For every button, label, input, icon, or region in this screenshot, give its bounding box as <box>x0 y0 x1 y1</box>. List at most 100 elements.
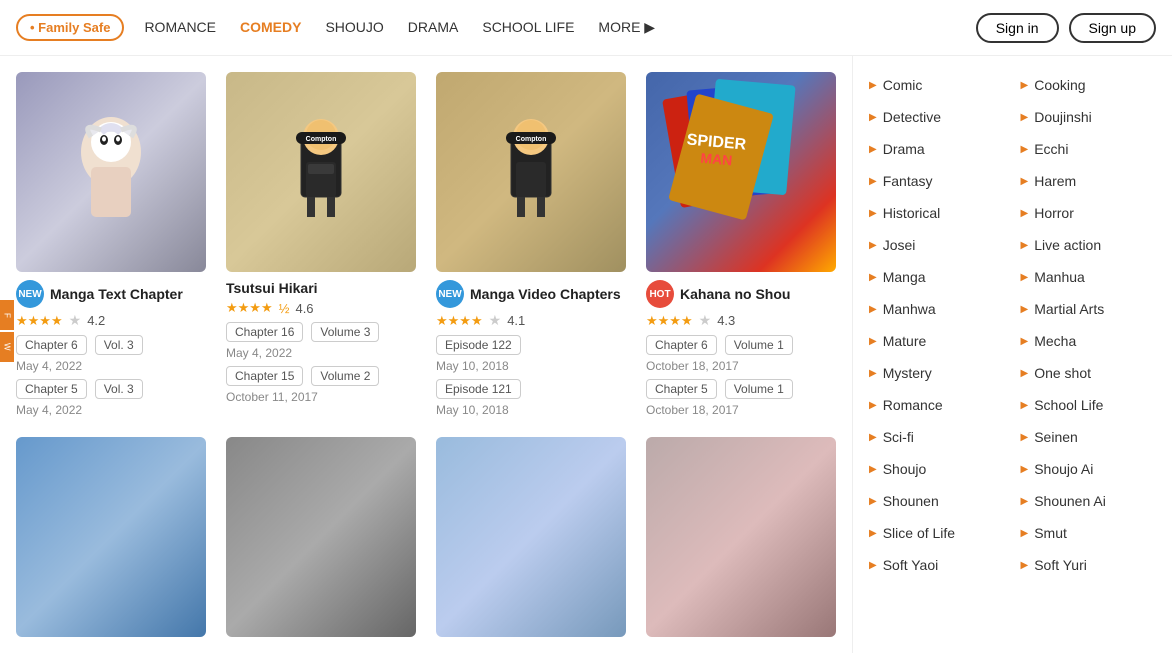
genre-drama[interactable]: ▶Drama <box>861 136 1013 162</box>
card3-tag2-episode[interactable]: Episode 121 <box>436 379 521 399</box>
nav-romance[interactable]: ROMANCE <box>144 19 216 36</box>
card2-tags1: Chapter 16 Volume 3 <box>226 322 416 342</box>
card3-tag-episode[interactable]: Episode 122 <box>436 335 521 355</box>
genre-live-action[interactable]: ▶Live action <box>1013 232 1165 258</box>
genre-shoujo-ai-arrow: ▶ <box>1021 464 1029 475</box>
card2-stars: ★★★★ <box>226 300 273 316</box>
card1-star-empty: ★ <box>69 312 82 329</box>
card2-rating-row: ★★★★½ 4.6 <box>226 300 416 316</box>
card1-tags2: Chapter 5 Vol. 3 <box>16 379 206 399</box>
genre-one-shot[interactable]: ▶One shot <box>1013 360 1165 386</box>
genre-historical[interactable]: ▶Historical <box>861 200 1013 226</box>
card4-rating-row: ★★★★★ 4.3 <box>646 312 836 329</box>
genre-fantasy[interactable]: ▶Fantasy <box>861 168 1013 194</box>
sign-in-button[interactable]: Sign in <box>976 13 1059 43</box>
nav-more[interactable]: MORE ▶ <box>598 19 655 36</box>
card1-tag-chapter[interactable]: Chapter 6 <box>16 335 87 355</box>
genre-josei[interactable]: ▶Josei <box>861 232 1013 258</box>
edge-bar-f[interactable]: F <box>0 300 14 330</box>
genre-shoujo-ai[interactable]: ▶Shoujo Ai <box>1013 456 1165 482</box>
manga-card-8[interactable] <box>646 437 836 637</box>
main-container: NEW Manga Text Chapter ★★★★★ 4.2 Chapter… <box>0 56 1172 653</box>
card2-tag2-chapter[interactable]: Chapter 15 <box>226 366 303 386</box>
genre-martial-arts[interactable]: ▶Martial Arts <box>1013 296 1165 322</box>
genre-school-life[interactable]: ▶School Life <box>1013 392 1165 418</box>
genre-shoujo[interactable]: ▶Shoujo <box>861 456 1013 482</box>
genre-horror[interactable]: ▶Horror <box>1013 200 1165 226</box>
card3-illustration: Compton <box>486 107 576 237</box>
manga-card-4[interactable]: SPIDER MAN HOT Kahana no Shou ★★★★★ 4.3 … <box>646 72 836 417</box>
genre-doujinshi[interactable]: ▶Doujinshi <box>1013 104 1165 130</box>
card3-badge-new: NEW <box>436 280 464 308</box>
nav-drama[interactable]: DRAMA <box>408 19 459 36</box>
genre-mystery-arrow: ▶ <box>869 368 877 379</box>
card2-tag2-vol[interactable]: Volume 2 <box>311 366 379 386</box>
nav-school-life[interactable]: SCHOOL LIFE <box>482 19 574 36</box>
card1-date1: May 4, 2022 <box>16 359 206 373</box>
genre-cooking[interactable]: ▶Cooking <box>1013 72 1165 98</box>
card1-tag-vol[interactable]: Vol. 3 <box>95 335 143 355</box>
manga-grid-row1: NEW Manga Text Chapter ★★★★★ 4.2 Chapter… <box>16 72 836 417</box>
card1-rating-num: 4.2 <box>87 313 105 328</box>
card4-tag2-chapter[interactable]: Chapter 5 <box>646 379 717 399</box>
genre-manhua[interactable]: ▶Manhua <box>1013 264 1165 290</box>
card2-tag-vol[interactable]: Volume 3 <box>311 322 379 342</box>
genre-comic[interactable]: ▶Comic <box>861 72 1013 98</box>
genre-mature[interactable]: ▶Mature <box>861 328 1013 354</box>
manga-card-6[interactable] <box>226 437 416 637</box>
genre-shounen[interactable]: ▶Shounen <box>861 488 1013 514</box>
genre-manga[interactable]: ▶Manga <box>861 264 1013 290</box>
genre-sci-fi[interactable]: ▶Sci-fi <box>861 424 1013 450</box>
genre-sidebar: ▶Comic ▶Cooking ▶Detective ▶Doujinshi ▶D… <box>852 56 1172 653</box>
card1-title: NEW Manga Text Chapter <box>16 280 206 308</box>
sign-up-button[interactable]: Sign up <box>1069 13 1156 43</box>
card1-thumb <box>16 72 206 272</box>
card6-thumb <box>226 437 416 637</box>
genre-mystery[interactable]: ▶Mystery <box>861 360 1013 386</box>
genre-doujinshi-arrow: ▶ <box>1021 112 1029 123</box>
manga-card-3[interactable]: Compton NEW Manga Video Chapters ★★★★★ 4… <box>436 72 626 417</box>
genre-mature-arrow: ▶ <box>869 336 877 347</box>
manga-card-5[interactable] <box>16 437 206 637</box>
card2-tag-chapter[interactable]: Chapter 16 <box>226 322 303 342</box>
genre-soft-yuri[interactable]: ▶Soft Yuri <box>1013 552 1165 578</box>
content-area: NEW Manga Text Chapter ★★★★★ 4.2 Chapter… <box>0 56 852 653</box>
nav-shoujo[interactable]: SHOUJO <box>325 19 383 36</box>
card1-stars: ★★★★ <box>16 313 63 329</box>
card2-half-star: ½ <box>279 301 290 316</box>
edge-bar-w[interactable]: W <box>0 332 14 362</box>
manga-card-1[interactable]: NEW Manga Text Chapter ★★★★★ 4.2 Chapter… <box>16 72 206 417</box>
card1-tag2-vol[interactable]: Vol. 3 <box>95 379 143 399</box>
manga-card-2[interactable]: Compton Tsutsui Hikari ★★★★½ 4.6 Chapter… <box>226 72 416 417</box>
card1-tag2-chapter[interactable]: Chapter 5 <box>16 379 87 399</box>
genre-ecchi[interactable]: ▶Ecchi <box>1013 136 1165 162</box>
card2-illustration: Compton <box>276 107 366 237</box>
card4-tag-chapter[interactable]: Chapter 6 <box>646 335 717 355</box>
genre-detective[interactable]: ▶Detective <box>861 104 1013 130</box>
manga-card-7[interactable] <box>436 437 626 637</box>
card4-tag-vol[interactable]: Volume 1 <box>725 335 793 355</box>
genre-soft-yaoi[interactable]: ▶Soft Yaoi <box>861 552 1013 578</box>
card4-date1: October 18, 2017 <box>646 359 836 373</box>
nav-comedy[interactable]: COMEDY <box>240 19 301 36</box>
svg-text:Compton: Compton <box>306 136 337 143</box>
genre-seinen[interactable]: ▶Seinen <box>1013 424 1165 450</box>
navbar: Family Safe ROMANCE COMEDY SHOUJO DRAMA … <box>0 0 1172 56</box>
genre-smut[interactable]: ▶Smut <box>1013 520 1165 546</box>
genre-slice-of-life[interactable]: ▶Slice of Life <box>861 520 1013 546</box>
genre-manhwa-arrow: ▶ <box>869 304 877 315</box>
genre-shoujo-arrow: ▶ <box>869 464 877 475</box>
card3-title: NEW Manga Video Chapters <box>436 280 626 308</box>
card8-thumb <box>646 437 836 637</box>
genre-harem[interactable]: ▶Harem <box>1013 168 1165 194</box>
card3-tags2: Episode 121 <box>436 379 626 399</box>
genre-shounen-ai[interactable]: ▶Shounen Ai <box>1013 488 1165 514</box>
genre-historical-arrow: ▶ <box>869 208 877 219</box>
card4-tag2-vol[interactable]: Volume 1 <box>725 379 793 399</box>
genre-manhwa[interactable]: ▶Manhwa <box>861 296 1013 322</box>
genre-romance[interactable]: ▶Romance <box>861 392 1013 418</box>
family-safe-badge[interactable]: Family Safe <box>16 14 124 41</box>
genre-mecha[interactable]: ▶Mecha <box>1013 328 1165 354</box>
card4-badge-hot: HOT <box>646 280 674 308</box>
card1-illustration <box>71 112 151 232</box>
